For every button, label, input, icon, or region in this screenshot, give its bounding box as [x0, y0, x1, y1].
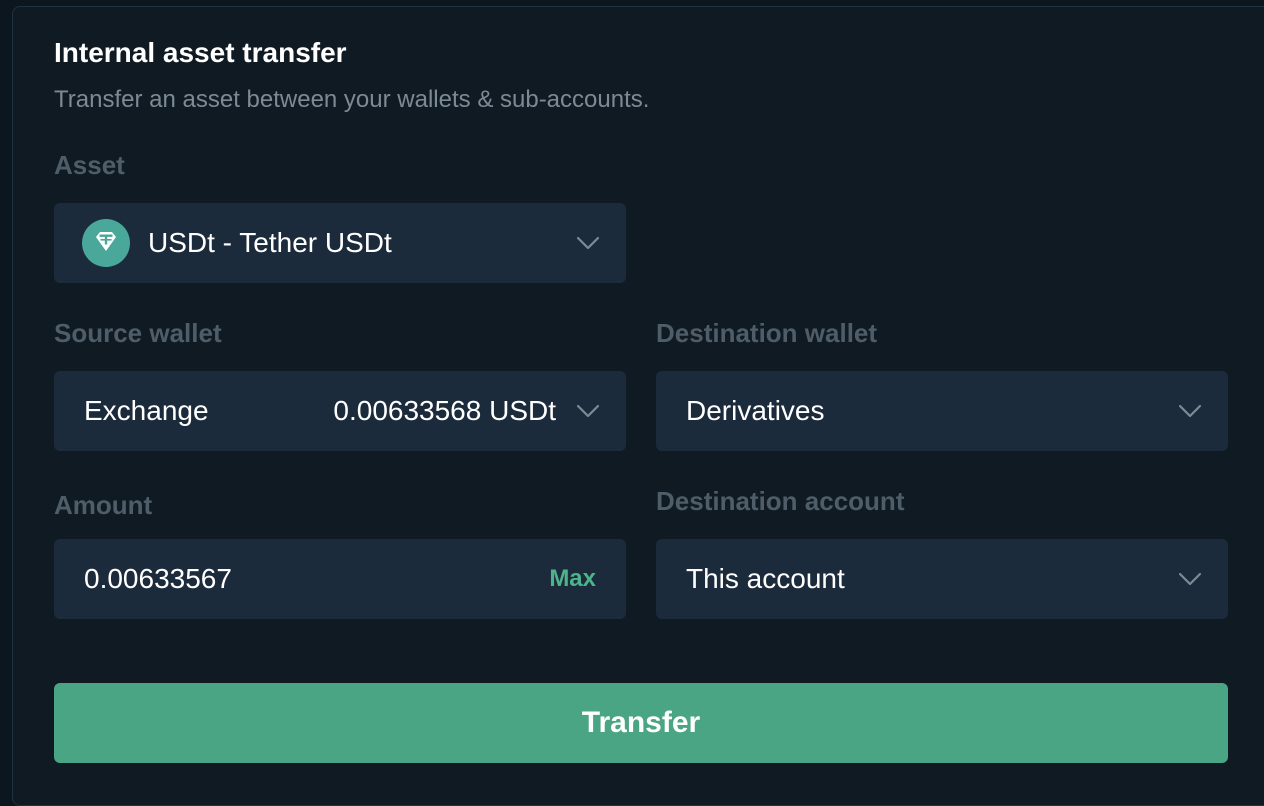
source-wallet-balance: 0.00633568 USDt	[333, 395, 556, 426]
chevron-down-icon	[576, 236, 600, 250]
asset-label: Asset	[54, 150, 125, 180]
destination-account-value: This account	[686, 563, 845, 594]
chevron-down-icon	[576, 404, 600, 418]
chevron-down-icon	[1178, 572, 1202, 586]
tether-icon	[82, 219, 130, 267]
max-button[interactable]: Max	[549, 565, 596, 593]
form-subtitle: Transfer an asset between your wallets &…	[54, 86, 650, 113]
destination-account-select[interactable]: This account	[656, 539, 1228, 619]
source-wallet-value: Exchange	[84, 395, 209, 426]
destination-account-label: Destination account	[656, 486, 905, 516]
destination-wallet-label: Destination wallet	[656, 318, 878, 348]
amount-input[interactable]: 0.00633567 Max	[54, 539, 626, 619]
asset-select[interactable]: USDt - Tether USDt	[54, 203, 626, 283]
form-title: Internal asset transfer	[54, 37, 347, 68]
destination-wallet-select[interactable]: Derivatives	[656, 371, 1228, 451]
amount-label: Amount	[54, 490, 153, 520]
transfer-button[interactable]: Transfer	[54, 683, 1228, 763]
source-wallet-label: Source wallet	[54, 318, 222, 348]
source-wallet-select[interactable]: Exchange 0.00633568 USDt	[54, 371, 626, 451]
amount-value: 0.00633567	[84, 563, 232, 594]
chevron-down-icon	[1178, 404, 1202, 418]
asset-select-value: USDt - Tether USDt	[148, 227, 392, 258]
destination-wallet-value: Derivatives	[686, 395, 825, 426]
